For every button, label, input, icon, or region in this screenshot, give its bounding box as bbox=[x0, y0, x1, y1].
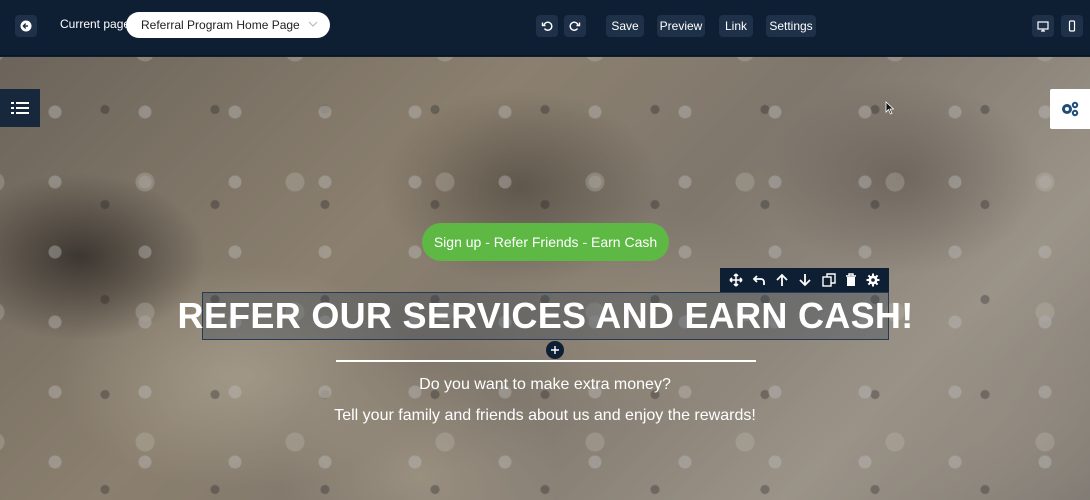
undo-icon bbox=[541, 21, 553, 31]
layers-panel-button[interactable] bbox=[0, 89, 40, 127]
description-text[interactable]: Tell your family and friends about us an… bbox=[0, 407, 1090, 425]
link-button[interactable]: Link bbox=[719, 15, 753, 37]
preview-button[interactable]: Preview bbox=[657, 15, 705, 37]
subtitle-text[interactable]: Do you want to make extra money? bbox=[0, 376, 1090, 394]
top-toolbar: Current page Referral Program Home Page … bbox=[0, 0, 1090, 56]
divider-line[interactable] bbox=[336, 360, 756, 362]
desktop-icon bbox=[1037, 20, 1049, 32]
mobile-icon bbox=[1068, 20, 1076, 32]
save-button[interactable]: Save bbox=[606, 15, 644, 37]
chevron-down-icon bbox=[308, 21, 318, 27]
back-button[interactable] bbox=[15, 15, 37, 37]
element-toolbar bbox=[720, 268, 889, 292]
background-overlay bbox=[0, 57, 1090, 500]
duplicate-icon[interactable] bbox=[822, 273, 836, 287]
add-element-button[interactable] bbox=[546, 341, 564, 359]
mobile-view-button[interactable] bbox=[1061, 15, 1083, 37]
arrow-down-icon[interactable] bbox=[798, 273, 812, 287]
move-icon[interactable] bbox=[729, 273, 743, 287]
undo-icon[interactable] bbox=[752, 273, 766, 287]
desktop-view-button[interactable] bbox=[1032, 15, 1054, 37]
plus-icon bbox=[551, 346, 559, 354]
arrow-up-icon[interactable] bbox=[775, 273, 789, 287]
settings-panel-button[interactable] bbox=[1050, 89, 1090, 129]
signup-cta-button[interactable]: Sign up - Refer Friends - Earn Cash bbox=[422, 223, 669, 261]
current-page-label: Current page bbox=[60, 17, 131, 31]
selected-heading-block[interactable]: REFER OUR SERVICES AND EARN CASH! bbox=[178, 292, 913, 340]
back-arrow-icon bbox=[20, 20, 32, 32]
page-select-value: Referral Program Home Page bbox=[141, 18, 300, 32]
gear-icon[interactable] bbox=[866, 273, 880, 287]
redo-icon bbox=[569, 21, 581, 31]
list-icon bbox=[11, 102, 29, 114]
page-select-dropdown[interactable]: Referral Program Home Page bbox=[126, 12, 330, 38]
trash-icon[interactable] bbox=[845, 273, 857, 287]
gears-icon bbox=[1062, 101, 1079, 117]
undo-button[interactable] bbox=[536, 15, 558, 37]
page-canvas[interactable]: Sign up - Refer Friends - Earn Cash REFE… bbox=[0, 57, 1090, 500]
page-heading[interactable]: REFER OUR SERVICES AND EARN CASH! bbox=[178, 295, 914, 337]
redo-button[interactable] bbox=[564, 15, 586, 37]
settings-button[interactable]: Settings bbox=[766, 15, 816, 37]
mouse-cursor-icon bbox=[885, 101, 895, 115]
